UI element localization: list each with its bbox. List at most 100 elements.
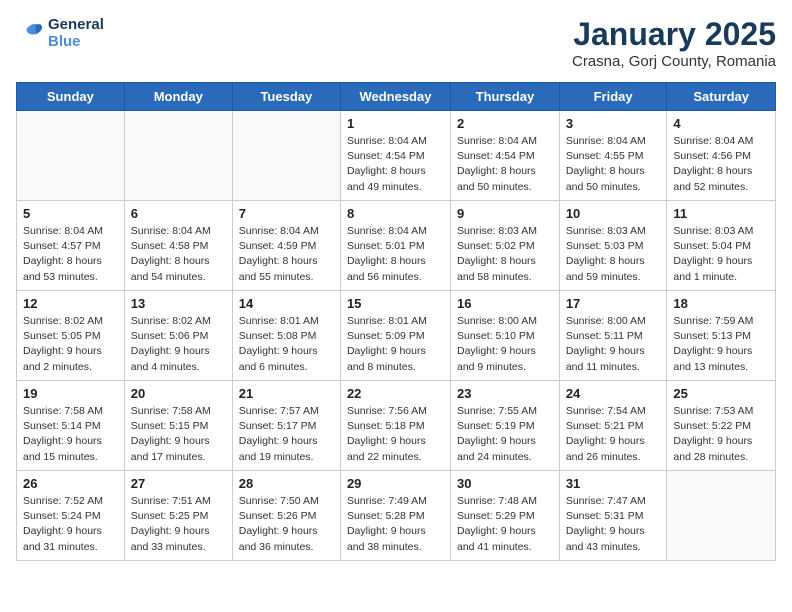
day-number: 23 bbox=[457, 386, 553, 401]
day-number: 9 bbox=[457, 206, 553, 221]
day-number: 14 bbox=[239, 296, 334, 311]
day-header-friday: Friday bbox=[559, 83, 667, 111]
day-cell: 30 Sunrise: 7:48 AM Sunset: 5:29 PM Dayli… bbox=[451, 471, 560, 561]
day-cell: 1 Sunrise: 8:04 AM Sunset: 4:54 PM Daylig… bbox=[340, 111, 450, 201]
day-number: 30 bbox=[457, 476, 553, 491]
day-cell: 29Sunrise: 7:49 AM Sunset: 5:28 PM Dayli… bbox=[340, 471, 450, 561]
day-cell: 16Sunrise: 8:00 AM Sunset: 5:10 PM Dayli… bbox=[451, 291, 560, 381]
day-number: 6 bbox=[131, 206, 226, 221]
day-info: Sunrise: 7:50 AM Sunset: 5:26 PM Dayligh… bbox=[239, 494, 334, 555]
day-info: Sunrise: 8:04 AM Sunset: 4:54 PM Dayligh… bbox=[347, 134, 444, 195]
day-info: Sunrise: 7:58 AM Sunset: 5:14 PM Dayligh… bbox=[23, 404, 118, 465]
day-header-wednesday: Wednesday bbox=[340, 83, 450, 111]
day-number: 28 bbox=[239, 476, 334, 491]
day-number: 31 bbox=[566, 476, 661, 491]
day-info: Sunrise: 8:02 AM Sunset: 5:05 PM Dayligh… bbox=[23, 314, 118, 375]
day-header-saturday: Saturday bbox=[667, 83, 776, 111]
day-header-thursday: Thursday bbox=[451, 83, 560, 111]
day-cell: 11 Sunrise: 8:03 AM Sunset: 5:04 PM Dayli… bbox=[667, 201, 776, 291]
day-number: 11 bbox=[673, 206, 769, 221]
day-cell: 27 Sunrise: 7:51 AM Sunset: 5:25 PM Dayli… bbox=[124, 471, 232, 561]
logo: General Blue bbox=[16, 16, 104, 50]
day-info: Sunrise: 7:49 AM Sunset: 5:28 PM Dayligh… bbox=[347, 494, 444, 555]
day-info: Sunrise: 7:48 AM Sunset: 5:29 PM Dayligh… bbox=[457, 494, 553, 555]
day-info: Sunrise: 8:03 AM Sunset: 5:02 PM Dayligh… bbox=[457, 224, 553, 285]
day-info: Sunrise: 7:53 AM Sunset: 5:22 PM Dayligh… bbox=[673, 404, 769, 465]
day-cell: 15 Sunrise: 8:01 AM Sunset: 5:09 PM Dayli… bbox=[340, 291, 450, 381]
day-number: 12 bbox=[23, 296, 118, 311]
day-number: 13 bbox=[131, 296, 226, 311]
calendar-body: 1 Sunrise: 8:04 AM Sunset: 4:54 PM Daylig… bbox=[17, 111, 776, 561]
day-cell: 17 Sunrise: 8:00 AM Sunset: 5:11 PM Dayli… bbox=[559, 291, 667, 381]
day-info: Sunrise: 7:59 AM Sunset: 5:13 PM Dayligh… bbox=[673, 314, 769, 375]
day-cell: 2 Sunrise: 8:04 AM Sunset: 4:54 PM Daylig… bbox=[451, 111, 560, 201]
day-cell: 4 Sunrise: 8:04 AM Sunset: 4:56 PM Daylig… bbox=[667, 111, 776, 201]
day-info: Sunrise: 8:04 AM Sunset: 4:54 PM Dayligh… bbox=[457, 134, 553, 195]
day-info: Sunrise: 8:00 AM Sunset: 5:11 PM Dayligh… bbox=[566, 314, 661, 375]
day-cell: 6 Sunrise: 8:04 AM Sunset: 4:58 PM Daylig… bbox=[124, 201, 232, 291]
day-header-tuesday: Tuesday bbox=[232, 83, 340, 111]
day-cell: 24 Sunrise: 7:54 AM Sunset: 5:21 PM Dayli… bbox=[559, 381, 667, 471]
day-cell bbox=[232, 111, 340, 201]
day-number: 21 bbox=[239, 386, 334, 401]
day-info: Sunrise: 8:04 AM Sunset: 4:55 PM Dayligh… bbox=[566, 134, 661, 195]
day-info: Sunrise: 7:58 AM Sunset: 5:15 PM Dayligh… bbox=[131, 404, 226, 465]
week-row-4: 19 Sunrise: 7:58 AM Sunset: 5:14 PM Dayli… bbox=[17, 381, 776, 471]
day-info: Sunrise: 8:04 AM Sunset: 4:57 PM Dayligh… bbox=[23, 224, 118, 285]
day-number: 3 bbox=[566, 116, 661, 131]
title-block: January 2025 Crasna, Gorj County, Romani… bbox=[572, 16, 776, 70]
day-cell: 14 Sunrise: 8:01 AM Sunset: 5:08 PM Dayli… bbox=[232, 291, 340, 381]
day-info: Sunrise: 7:51 AM Sunset: 5:25 PM Dayligh… bbox=[131, 494, 226, 555]
day-cell: 7 Sunrise: 8:04 AM Sunset: 4:59 PM Daylig… bbox=[232, 201, 340, 291]
week-row-3: 12 Sunrise: 8:02 AM Sunset: 5:05 PM Dayli… bbox=[17, 291, 776, 381]
day-info: Sunrise: 8:01 AM Sunset: 5:08 PM Dayligh… bbox=[239, 314, 334, 375]
day-number: 27 bbox=[131, 476, 226, 491]
day-info: Sunrise: 7:55 AM Sunset: 5:19 PM Dayligh… bbox=[457, 404, 553, 465]
day-info: Sunrise: 8:01 AM Sunset: 5:09 PM Dayligh… bbox=[347, 314, 444, 375]
day-cell: 31 Sunrise: 7:47 AM Sunset: 5:31 PM Dayli… bbox=[559, 471, 667, 561]
week-row-2: 5 Sunrise: 8:04 AM Sunset: 4:57 PM Daylig… bbox=[17, 201, 776, 291]
page-header: General Blue January 2025 Crasna, Gorj C… bbox=[16, 16, 776, 70]
day-cell: 13Sunrise: 8:02 AM Sunset: 5:06 PM Dayli… bbox=[124, 291, 232, 381]
logo-text: General Blue bbox=[48, 16, 104, 50]
day-info: Sunrise: 8:04 AM Sunset: 4:58 PM Dayligh… bbox=[131, 224, 226, 285]
calendar-title: January 2025 bbox=[572, 16, 776, 53]
day-info: Sunrise: 7:54 AM Sunset: 5:21 PM Dayligh… bbox=[566, 404, 661, 465]
day-number: 8 bbox=[347, 206, 444, 221]
day-cell: 22Sunrise: 7:56 AM Sunset: 5:18 PM Dayli… bbox=[340, 381, 450, 471]
day-number: 24 bbox=[566, 386, 661, 401]
day-info: Sunrise: 7:47 AM Sunset: 5:31 PM Dayligh… bbox=[566, 494, 661, 555]
day-number: 2 bbox=[457, 116, 553, 131]
day-header-sunday: Sunday bbox=[17, 83, 125, 111]
day-number: 22 bbox=[347, 386, 444, 401]
calendar-subtitle: Crasna, Gorj County, Romania bbox=[572, 53, 776, 70]
day-cell: 28 Sunrise: 7:50 AM Sunset: 5:26 PM Dayli… bbox=[232, 471, 340, 561]
day-info: Sunrise: 7:52 AM Sunset: 5:24 PM Dayligh… bbox=[23, 494, 118, 555]
day-info: Sunrise: 8:04 AM Sunset: 5:01 PM Dayligh… bbox=[347, 224, 444, 285]
day-cell: 12 Sunrise: 8:02 AM Sunset: 5:05 PM Dayli… bbox=[17, 291, 125, 381]
day-cell: 26Sunrise: 7:52 AM Sunset: 5:24 PM Dayli… bbox=[17, 471, 125, 561]
day-number: 19 bbox=[23, 386, 118, 401]
logo-icon bbox=[16, 19, 44, 47]
day-cell: 10Sunrise: 8:03 AM Sunset: 5:03 PM Dayli… bbox=[559, 201, 667, 291]
day-info: Sunrise: 8:03 AM Sunset: 5:04 PM Dayligh… bbox=[673, 224, 769, 285]
day-number: 4 bbox=[673, 116, 769, 131]
day-info: Sunrise: 8:04 AM Sunset: 4:59 PM Dayligh… bbox=[239, 224, 334, 285]
day-number: 15 bbox=[347, 296, 444, 311]
day-cell: 25Sunrise: 7:53 AM Sunset: 5:22 PM Dayli… bbox=[667, 381, 776, 471]
day-number: 17 bbox=[566, 296, 661, 311]
day-info: Sunrise: 8:04 AM Sunset: 4:56 PM Dayligh… bbox=[673, 134, 769, 195]
day-cell: 23 Sunrise: 7:55 AM Sunset: 5:19 PM Dayli… bbox=[451, 381, 560, 471]
week-row-1: 1 Sunrise: 8:04 AM Sunset: 4:54 PM Daylig… bbox=[17, 111, 776, 201]
week-row-5: 26Sunrise: 7:52 AM Sunset: 5:24 PM Dayli… bbox=[17, 471, 776, 561]
day-cell bbox=[124, 111, 232, 201]
day-cell: 19 Sunrise: 7:58 AM Sunset: 5:14 PM Dayli… bbox=[17, 381, 125, 471]
day-cell: 8 Sunrise: 8:04 AM Sunset: 5:01 PM Daylig… bbox=[340, 201, 450, 291]
day-number: 1 bbox=[347, 116, 444, 131]
day-number: 7 bbox=[239, 206, 334, 221]
day-cell: 9 Sunrise: 8:03 AM Sunset: 5:02 PM Daylig… bbox=[451, 201, 560, 291]
day-number: 5 bbox=[23, 206, 118, 221]
day-number: 10 bbox=[566, 206, 661, 221]
day-header-monday: Monday bbox=[124, 83, 232, 111]
day-cell bbox=[17, 111, 125, 201]
